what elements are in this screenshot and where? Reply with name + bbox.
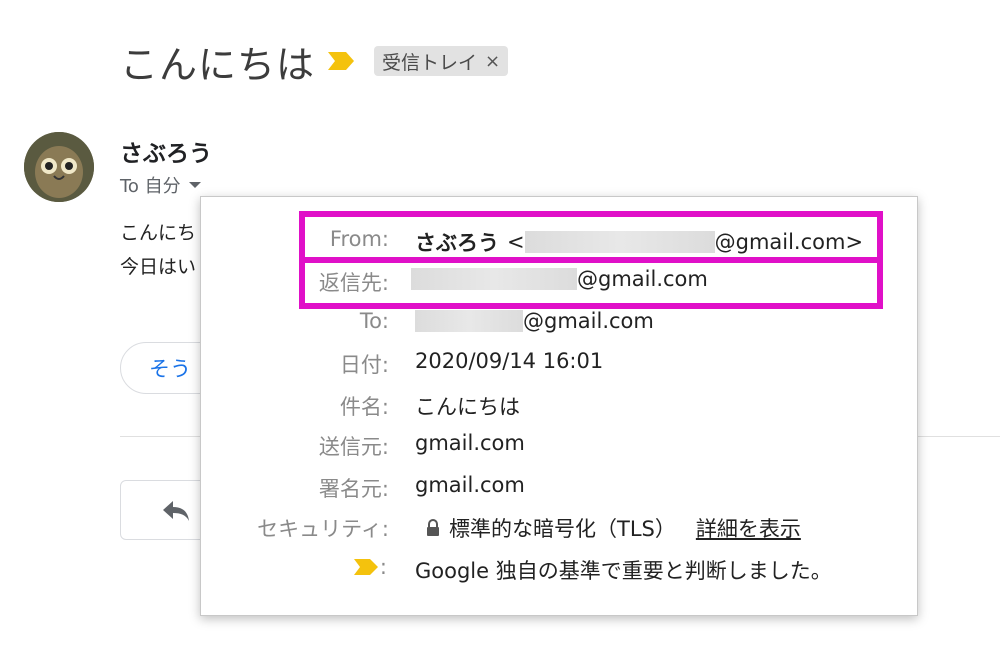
- dropdown-caret-icon[interactable]: [188, 182, 201, 188]
- redacted-email: [415, 310, 523, 332]
- mailed-by-value: gmail.com: [415, 431, 525, 455]
- date-label: 日付:: [339, 353, 389, 377]
- date-value: 2020/09/14 16:01: [415, 349, 604, 373]
- reply-icon: [163, 501, 189, 521]
- to-value: @gmail.com: [415, 309, 654, 333]
- to-field-label: To:: [359, 309, 389, 333]
- highlight-box-reply-to: [299, 257, 883, 309]
- recipient-summary[interactable]: To 自分: [120, 172, 201, 198]
- label-chip-inbox: 受信トレイ ×: [374, 46, 509, 76]
- mailed-by-label: 送信元:: [318, 435, 389, 459]
- importance-colon: :: [379, 555, 387, 579]
- detail-row-mailed-by: 送信元: gmail.com: [201, 427, 919, 463]
- highlight-box-from: [299, 211, 883, 263]
- subject-label: 件名:: [339, 395, 389, 419]
- owl-avatar-image: [24, 132, 94, 202]
- importance-value: Google 独自の基準で重要と判断しました。: [415, 559, 832, 583]
- encryption-text: 標準的な暗号化（TLS）: [449, 517, 676, 541]
- detail-row-to: To: @gmail.com: [201, 305, 919, 341]
- detail-row-signed-by: 署名元: gmail.com: [201, 469, 919, 505]
- detail-row-security: セキュリティ: 標準的な暗号化（TLS） 詳細を表示: [201, 509, 919, 545]
- lock-icon: [427, 519, 439, 536]
- avatar[interactable]: [24, 132, 94, 202]
- detail-row-date: 日付: 2020/09/14 16:01: [201, 345, 919, 381]
- message-details-popup: From: さぶろう < @gmail.com> 返信先: @gmail.com…: [200, 196, 918, 616]
- security-value: 標準的な暗号化（TLS） 詳細を表示: [425, 513, 801, 543]
- body-text-line2: 今日はい: [120, 256, 197, 278]
- signed-by-label: 署名元:: [318, 477, 389, 501]
- security-details-link[interactable]: 詳細を表示: [696, 513, 801, 543]
- email-subject: こんにちは: [120, 43, 316, 87]
- to-email-suffix: @gmail.com: [523, 309, 654, 333]
- label-chip-text: 受信トレイ: [382, 51, 478, 74]
- importance-marker-icon: [353, 559, 378, 575]
- close-icon[interactable]: ×: [485, 51, 500, 72]
- importance-label: :: [352, 555, 387, 579]
- detail-row-subject: 件名: こんにちは: [201, 387, 919, 423]
- to-label: To 自分: [120, 176, 181, 197]
- sender-name: さぶろう: [120, 141, 212, 167]
- signed-by-value: gmail.com: [415, 473, 525, 497]
- security-label: セキュリティ:: [257, 517, 389, 541]
- body-text-line1: こんにち: [120, 222, 197, 244]
- detail-row-importance: : Google 独自の基準で重要と判断しました。: [201, 551, 919, 587]
- subject-value: こんにちは: [415, 395, 520, 419]
- importance-marker-icon[interactable]: [326, 50, 356, 72]
